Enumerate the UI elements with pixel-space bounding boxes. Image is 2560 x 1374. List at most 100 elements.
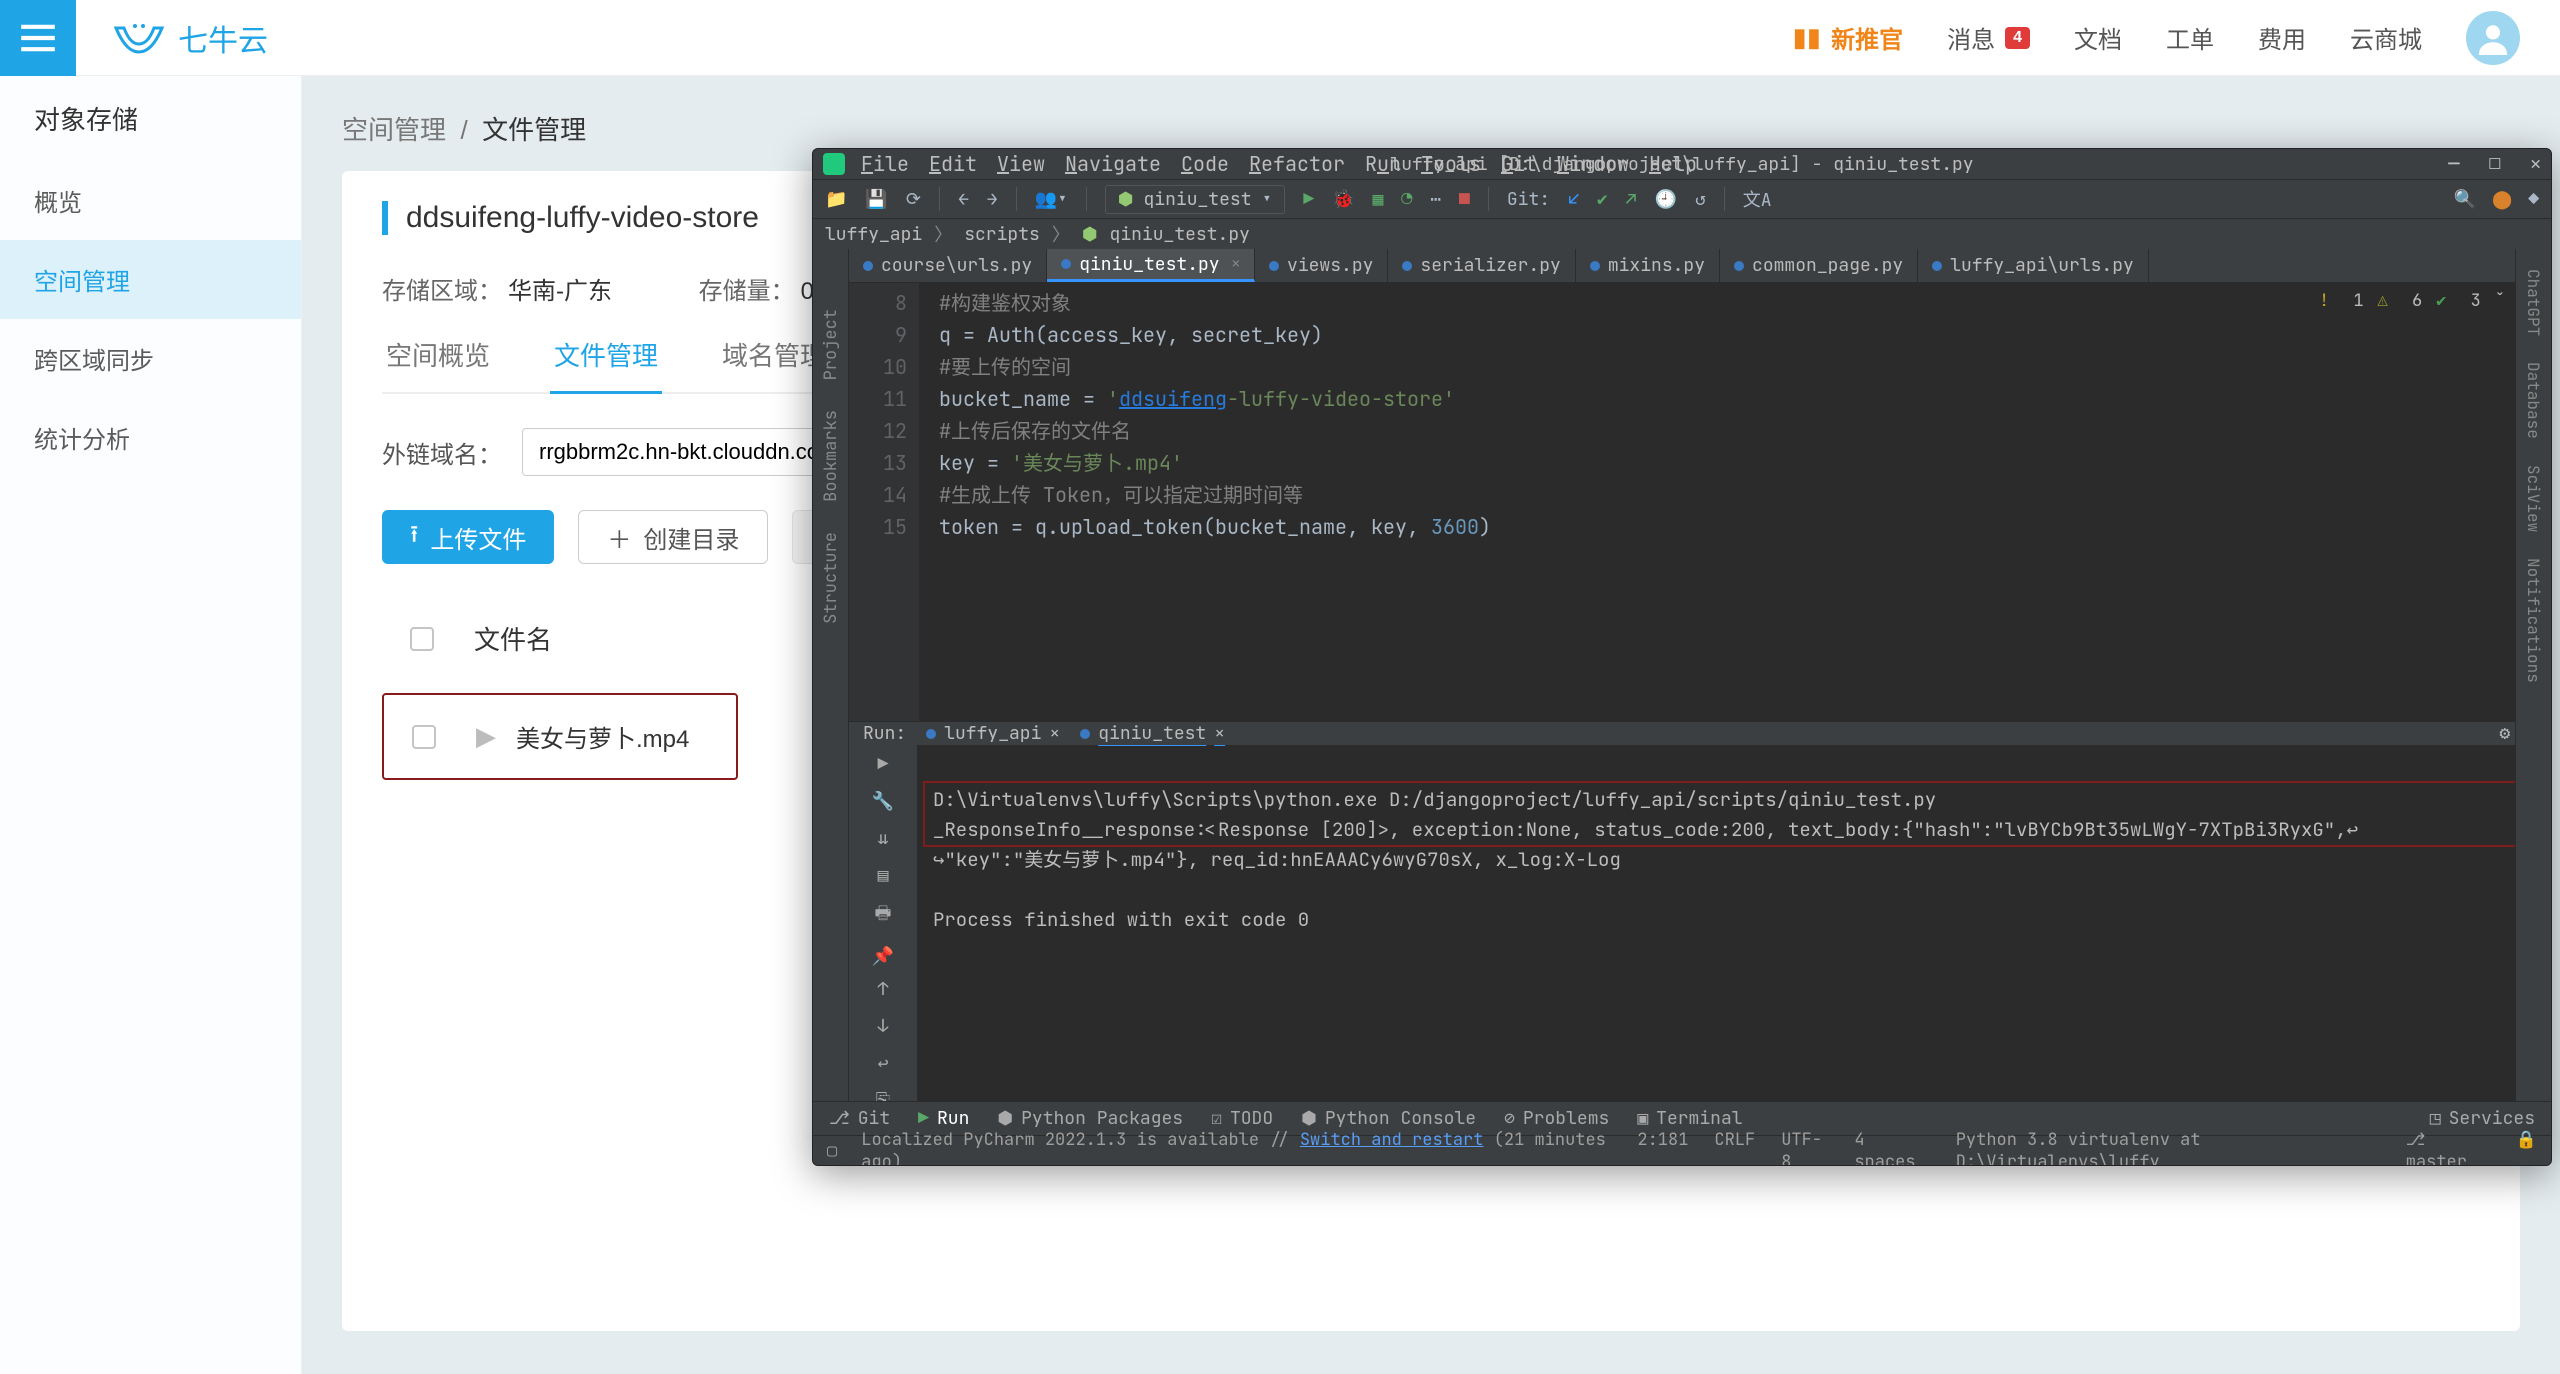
status-caret-pos[interactable]: 2:181: [1637, 1129, 1688, 1167]
mkdir-button[interactable]: ＋ 创建目录: [578, 510, 768, 564]
bottom-tab-services[interactable]: ◳Services: [2430, 1107, 2535, 1130]
run-pin-icon[interactable]: 📌: [872, 945, 894, 968]
editor-tab-1[interactable]: qiniu_test.py✕: [1047, 249, 1255, 282]
tab-overview[interactable]: 空间概览: [382, 336, 494, 392]
coverage-icon[interactable]: ▦: [1373, 188, 1384, 211]
top-link-promo[interactable]: ▮▮ 新推官: [1792, 20, 1903, 55]
rerun-icon[interactable]: ▶: [878, 753, 889, 776]
status-branch[interactable]: ⎇ master: [2406, 1129, 2490, 1167]
sidebar-item-overview[interactable]: 概览: [0, 161, 301, 240]
status-interpreter[interactable]: Python 3.8 virtualenv at D:\Virtualenvs\…: [1956, 1129, 2380, 1167]
menu-view[interactable]: View: [997, 151, 1045, 177]
top-link-tickets[interactable]: 工单: [2166, 20, 2214, 55]
status-msg[interactable]: Localized PyCharm 2022.1.3 is available …: [861, 1129, 1613, 1167]
editor-tab-3[interactable]: serializer.py: [1388, 249, 1575, 282]
bottom-tab-pyconsole[interactable]: ⬢Python Console: [1301, 1107, 1476, 1130]
select-all-checkbox[interactable]: [410, 627, 434, 651]
editor-tab-4[interactable]: mixins.py: [1576, 249, 1720, 282]
debug-icon[interactable]: 🐞: [1332, 188, 1354, 211]
bottom-tab-terminal[interactable]: ▣Terminal: [1637, 1107, 1742, 1130]
step-down-icon[interactable]: ↓: [878, 1015, 889, 1038]
editor-tab-2[interactable]: views.py: [1255, 249, 1388, 282]
crumb-1[interactable]: scripts: [964, 223, 1040, 246]
git-commit-icon[interactable]: ✔: [1597, 188, 1608, 211]
bottom-tab-pypkg[interactable]: ⬢Python Packages: [997, 1107, 1183, 1130]
tool-sciview[interactable]: SciView: [2523, 465, 2544, 532]
ide-settings-icon[interactable]: ◆: [2528, 188, 2539, 211]
menu-navigate[interactable]: Navigate: [1065, 151, 1161, 177]
open-icon[interactable]: 📁: [825, 188, 847, 211]
wrap-icon[interactable]: ↩: [878, 1052, 889, 1075]
sidebar-item-sync[interactable]: 跨区域同步: [0, 319, 301, 398]
crumb-2[interactable]: qiniu_test.py: [1110, 223, 1250, 246]
search-icon[interactable]: 🔍: [2454, 188, 2476, 211]
hamburger-menu-button[interactable]: [0, 0, 76, 76]
git-history-icon[interactable]: 🕘: [1655, 188, 1677, 211]
menu-code[interactable]: Code: [1181, 151, 1229, 177]
status-encoding[interactable]: UTF-8: [1781, 1129, 1828, 1167]
run-filter-icon[interactable]: ▤: [878, 864, 889, 887]
tool-project[interactable]: Project: [820, 309, 842, 380]
code-editor[interactable]: ! 1 ⚠ 6 ✔ 3 ˇ 89101112131415 #构建鉴权对象 q =…: [849, 283, 2551, 721]
tool-notifications[interactable]: Notifications: [2523, 558, 2544, 683]
menu-edit[interactable]: Edit: [929, 151, 977, 177]
maximize-button[interactable]: □: [2489, 153, 2500, 176]
run-down-icon[interactable]: ⇊: [878, 827, 889, 850]
top-link-store[interactable]: 云商城: [2350, 20, 2422, 55]
external-domain-input[interactable]: [522, 428, 862, 476]
top-link-docs[interactable]: 文档: [2074, 20, 2122, 55]
breadcrumb-a[interactable]: 空间管理: [342, 115, 446, 145]
qiniu-logo[interactable]: 七牛云: [112, 16, 268, 60]
refresh-icon[interactable]: ⟳: [906, 188, 921, 211]
tool-bookmarks[interactable]: Bookmarks: [820, 410, 842, 502]
code-content[interactable]: #构建鉴权对象 q = Auth(access_key, secret_key)…: [919, 283, 2551, 721]
bottom-tab-git[interactable]: ⎇Git: [829, 1107, 890, 1130]
top-link-billing[interactable]: 费用: [2258, 20, 2306, 55]
inspections-widget[interactable]: ! 1 ⚠ 6 ✔ 3 ˇ: [2319, 285, 2505, 317]
save-icon[interactable]: 💾: [865, 188, 887, 211]
top-link-messages[interactable]: 消息 4: [1947, 20, 2030, 55]
step-up-icon[interactable]: ↑: [878, 978, 889, 1001]
file-row[interactable]: ▶ 美女与萝卜.mp4: [382, 693, 738, 780]
git-update-icon[interactable]: ↙: [1568, 188, 1579, 211]
close-tab-icon[interactable]: ✕: [1232, 255, 1240, 273]
editor-tab-5[interactable]: common_page.py: [1720, 249, 1918, 282]
bottom-tab-todo[interactable]: ☑TODO: [1211, 1107, 1273, 1130]
sidebar-item-stats[interactable]: 统计分析: [0, 398, 301, 477]
console-output[interactable]: D:\Virtualenvs\luffy\Scripts\python.exe …: [917, 745, 2551, 1157]
more-run-icon[interactable]: ⋯: [1430, 188, 1441, 211]
stop-icon[interactable]: ■: [1459, 188, 1470, 211]
bottom-tab-problems[interactable]: ⊘Problems: [1504, 1107, 1609, 1130]
crumb-0[interactable]: luffy_api: [825, 223, 922, 246]
menu-refactor[interactable]: Refactor: [1249, 151, 1345, 177]
status-restart-link[interactable]: Switch and restart: [1300, 1129, 1484, 1151]
file-row-checkbox[interactable]: [412, 725, 436, 749]
run-print-icon[interactable]: 🖶: [874, 901, 891, 931]
status-indent[interactable]: 4 spaces: [1854, 1129, 1929, 1167]
tool-database[interactable]: Database: [2523, 362, 2544, 439]
tab-files[interactable]: 文件管理: [550, 336, 662, 394]
run-tab-luffy[interactable]: luffy_api ×: [926, 722, 1060, 745]
status-eol[interactable]: CRLF: [1714, 1129, 1755, 1167]
profile-icon[interactable]: ◔: [1401, 188, 1412, 211]
run-panel-settings-icon[interactable]: ⚙: [2499, 722, 2510, 745]
git-push-icon[interactable]: ↗: [1626, 188, 1637, 211]
run-icon[interactable]: ▶: [1303, 188, 1314, 211]
status-lock-icon[interactable]: 🔒: [2516, 1129, 2537, 1167]
attach-icon[interactable]: 👥▾: [1035, 188, 1068, 211]
editor-tab-6[interactable]: luffy_api\urls.py: [1918, 249, 2149, 282]
upload-button[interactable]: ⭱ 上传文件: [382, 510, 554, 564]
git-rollback-icon[interactable]: ↺: [1695, 188, 1706, 211]
minimize-button[interactable]: ─: [2449, 153, 2460, 176]
ide-update-icon[interactable]: ⬤: [2492, 188, 2512, 211]
tool-chatgpt[interactable]: ChatGPT: [2523, 269, 2544, 336]
tool-structure[interactable]: Structure: [820, 532, 842, 624]
menu-file[interactable]: File: [861, 151, 909, 177]
editor-tab-0[interactable]: course\urls.py: [849, 249, 1047, 282]
sidebar-item-buckets[interactable]: 空间管理: [0, 240, 301, 319]
bottom-tab-run[interactable]: ▶Run: [918, 1107, 969, 1130]
nav-back-icon[interactable]: ←: [958, 188, 969, 211]
user-avatar[interactable]: [2466, 11, 2520, 65]
translate-icon[interactable]: 文A: [1743, 186, 1772, 212]
close-button[interactable]: ✕: [2530, 153, 2541, 176]
